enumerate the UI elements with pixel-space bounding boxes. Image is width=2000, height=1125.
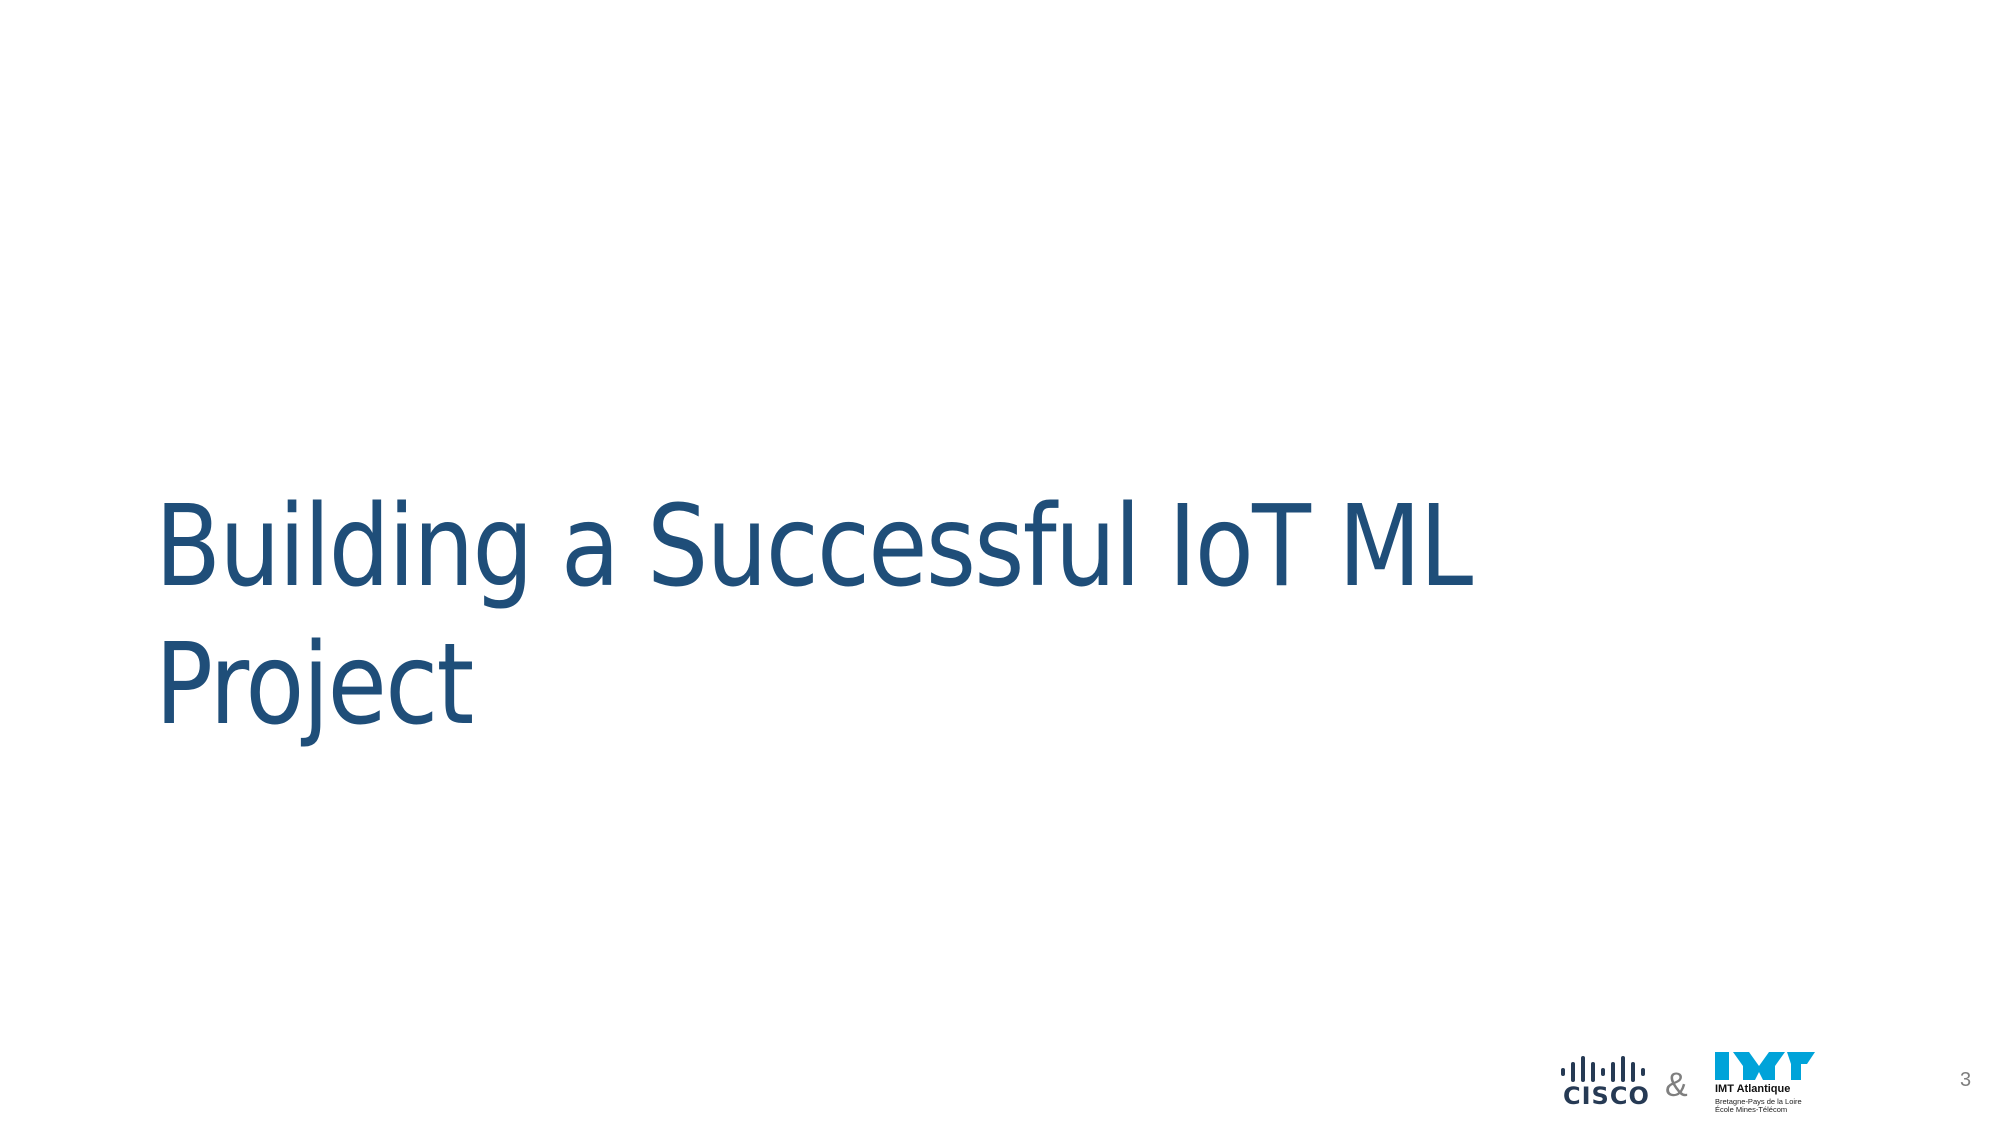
imt-atlantique-logo: IMT Atlantique Bretagne-Pays de la Loire… (1715, 1052, 1825, 1114)
slide-title: Building a Successful IoT ML Project (155, 478, 1574, 754)
page-number: 3 (1960, 1069, 1972, 1091)
cisco-logo: cisco (1555, 1052, 1655, 1112)
slide: Building a Successful IoT ML Project cis… (0, 0, 2000, 1125)
footer-logos: cisco & IMT Atlantique Bretagne-Pays de … (1555, 1052, 1975, 1114)
imt-subtitle-2: École Mines-Télécom (1715, 1105, 1788, 1114)
slide-title-line-2: Project (155, 620, 474, 750)
imt-mark-icon (1715, 1052, 1815, 1080)
cisco-bars-icon (1561, 1056, 1645, 1082)
imt-name: IMT Atlantique (1715, 1083, 1791, 1095)
cisco-wordmark: cisco (1563, 1082, 1650, 1110)
slide-title-line-1: Building a Successful IoT ML (155, 482, 1473, 612)
logo-separator: & (1665, 1066, 1688, 1104)
